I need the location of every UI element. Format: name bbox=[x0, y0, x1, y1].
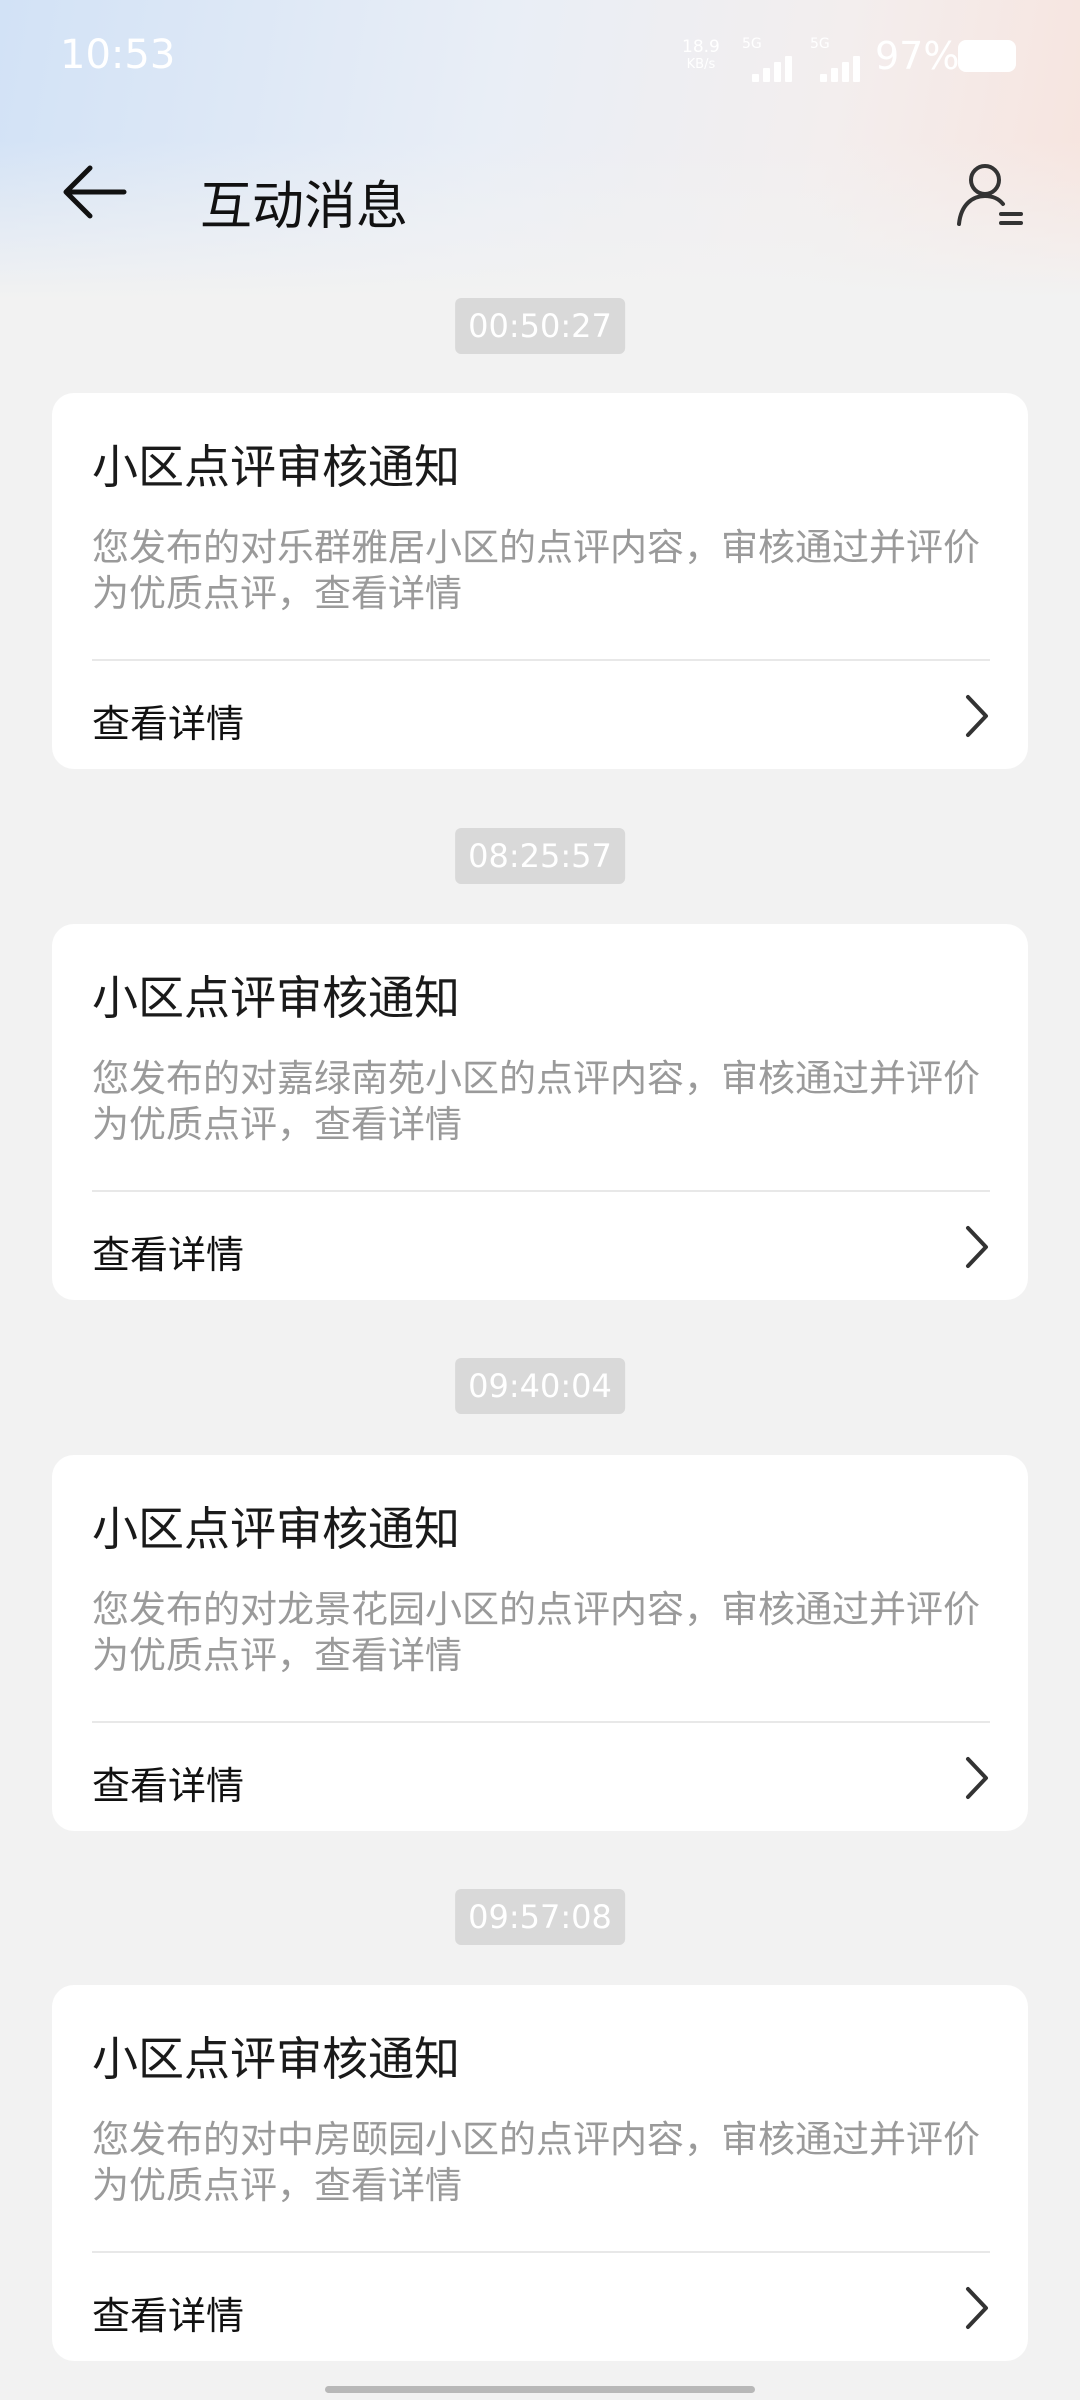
arrow-left-icon[interactable] bbox=[60, 162, 130, 222]
divider bbox=[92, 2251, 990, 2253]
message-card: 小区点评审核通知 您发布的对嘉绿南苑小区的点评内容，审核通过并评价为优质点评，查… bbox=[52, 924, 1028, 1300]
view-details-row[interactable]: 查看详情 bbox=[52, 1725, 1028, 1831]
message-body: 您发布的对嘉绿南苑小区的点评内容，审核通过并评价为优质点评，查看详情 bbox=[92, 1057, 980, 1146]
home-indicator[interactable] bbox=[325, 2386, 755, 2393]
message-card: 小区点评审核通知 您发布的对龙景花园小区的点评内容，审核通过并评价为优质点评，查… bbox=[52, 1455, 1028, 1831]
view-details-row[interactable]: 查看详情 bbox=[52, 1194, 1028, 1300]
network-speed-unit: KB/s bbox=[686, 57, 716, 72]
message-title: 小区点评审核通知 bbox=[92, 2032, 460, 2086]
chevron-right-icon bbox=[966, 1757, 988, 1799]
view-details-row[interactable]: 查看详情 bbox=[52, 2255, 1028, 2361]
divider bbox=[92, 659, 990, 661]
network-speed-value: 18.9 bbox=[682, 37, 720, 57]
app-header: 互动消息 bbox=[0, 140, 1080, 250]
message-body: 您发布的对乐群雅居小区的点评内容，审核通过并评价为优质点评，查看详情 bbox=[92, 526, 980, 615]
chevron-right-icon bbox=[966, 2287, 988, 2329]
message-timestamp: 00:50:27 bbox=[455, 298, 625, 354]
message-card: 小区点评审核通知 您发布的对乐群雅居小区的点评内容，审核通过并评价为优质点评，查… bbox=[52, 393, 1028, 769]
view-details-label: 查看详情 bbox=[92, 2294, 245, 2338]
message-title: 小区点评审核通知 bbox=[92, 440, 460, 494]
status-time: 10:53 bbox=[60, 32, 176, 78]
sim2-tag: 5G bbox=[810, 36, 830, 52]
status-bar: 10:53 18.9 KB/s 5G 5G 97% bbox=[0, 0, 1080, 110]
message-timestamp: 08:25:57 bbox=[455, 828, 625, 884]
message-body: 您发布的对中房颐园小区的点评内容，审核通过并评价为优质点评，查看详情 bbox=[92, 2118, 980, 2207]
message-timestamp: 09:57:08 bbox=[455, 1889, 625, 1945]
battery-icon bbox=[958, 40, 1016, 72]
divider bbox=[92, 1721, 990, 1723]
view-details-label: 查看详情 bbox=[92, 702, 245, 746]
user-list-icon[interactable] bbox=[955, 160, 1025, 230]
view-details-label: 查看详情 bbox=[92, 1233, 245, 1277]
divider bbox=[92, 1190, 990, 1192]
message-title: 小区点评审核通知 bbox=[92, 971, 460, 1025]
view-details-row[interactable]: 查看详情 bbox=[52, 663, 1028, 769]
chevron-right-icon bbox=[966, 695, 988, 737]
view-details-label: 查看详情 bbox=[92, 1764, 245, 1808]
message-timestamp: 09:40:04 bbox=[455, 1358, 625, 1414]
message-card: 小区点评审核通知 您发布的对中房颐园小区的点评内容，审核通过并评价为优质点评，查… bbox=[52, 1985, 1028, 2361]
battery-percentage: 97% bbox=[875, 34, 960, 78]
message-title: 小区点评审核通知 bbox=[92, 1502, 460, 1556]
message-body: 您发布的对龙景花园小区的点评内容，审核通过并评价为优质点评，查看详情 bbox=[92, 1588, 980, 1677]
sim1-tag: 5G bbox=[742, 36, 762, 52]
network-speed: 18.9 KB/s bbox=[682, 38, 720, 74]
page-title: 互动消息 bbox=[200, 177, 409, 237]
chevron-right-icon bbox=[966, 1226, 988, 1268]
